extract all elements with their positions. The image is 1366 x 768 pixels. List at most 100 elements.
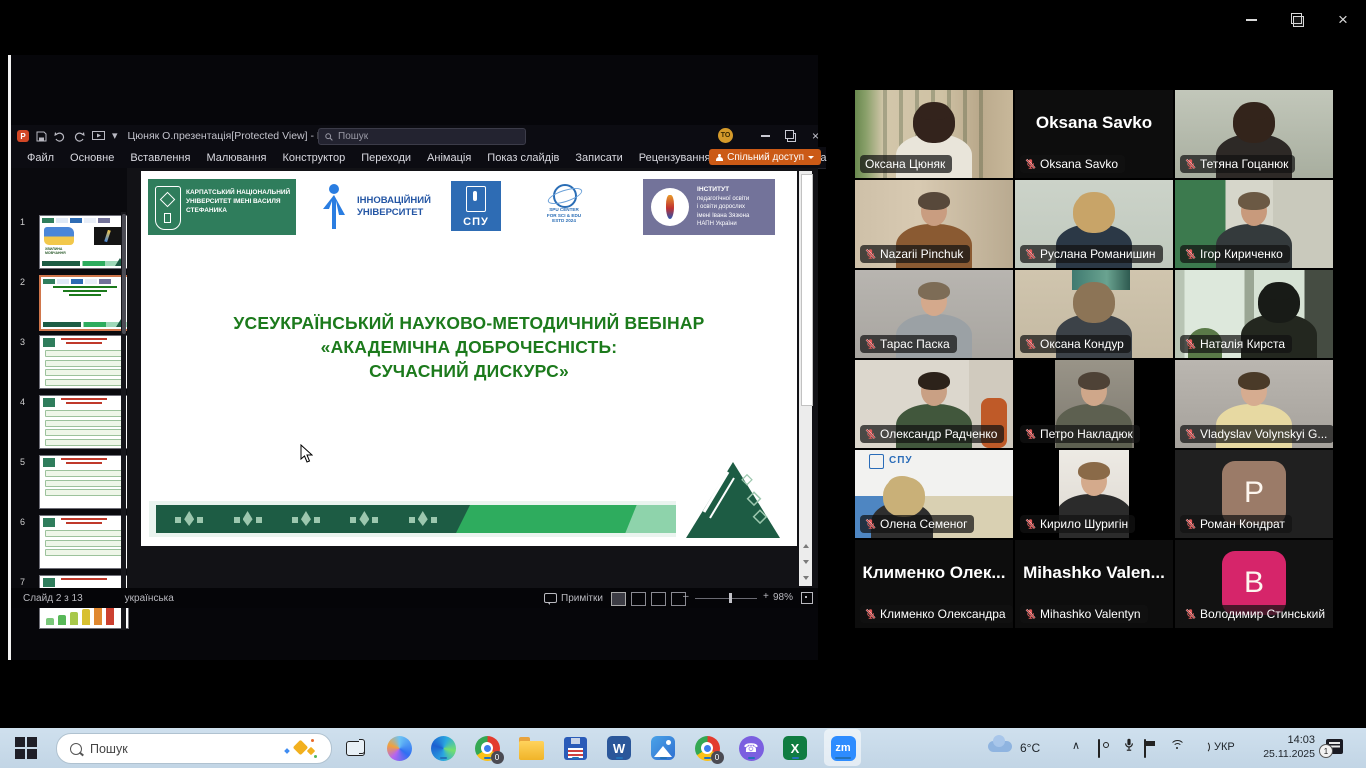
participant-name-label: Ігор Кириченко: [1180, 245, 1290, 263]
participant-tile[interactable]: Наталія Кирста: [1175, 270, 1333, 358]
battery-icon[interactable]: [1144, 740, 1146, 758]
innovative-university-logo: ІННОВАЦІЙНИЙ УНІВЕРСИТЕТ: [311, 179, 439, 235]
thumb-number: 5: [20, 457, 34, 467]
thumb-number: 4: [20, 397, 34, 407]
zoom-slider-track: [695, 598, 757, 599]
participant-tile[interactable]: Клименко Олек... Клименко Олександра: [855, 540, 1013, 628]
mic-muted-icon: [1025, 158, 1036, 170]
ribbon-tabs: Файл Основне Вставлення Малювання Констр…: [11, 147, 826, 169]
total-commander-button[interactable]: [562, 735, 588, 761]
microphone-icon[interactable]: [1124, 738, 1134, 757]
participant-name-label: Тетяна Гоцанюк: [1180, 155, 1295, 173]
participant-tile[interactable]: Петро Накладюк: [1015, 360, 1173, 448]
reading-view-icon: [651, 592, 666, 606]
participant-tile[interactable]: Vladyslav Volynskyi G...: [1175, 360, 1333, 448]
excel-button[interactable]: X: [782, 735, 808, 761]
ornament-motif: [347, 508, 381, 530]
weather-icon[interactable]: [988, 738, 1014, 758]
restore-button[interactable]: [1282, 8, 1312, 32]
participant-name-label: Оксана Кондур: [1020, 335, 1131, 353]
participant-name-label: Оксана Цюняк: [860, 155, 952, 173]
file-explorer-button[interactable]: [518, 735, 544, 761]
notification-center-button[interactable]: 1: [1326, 739, 1343, 754]
keyboard-language[interactable]: УКР: [1214, 741, 1235, 753]
ornament-motif: [406, 508, 440, 530]
spu-bg-text: СПУ: [889, 455, 913, 466]
spu-bg-logo: [869, 454, 884, 469]
photos-button[interactable]: [650, 735, 676, 761]
spu-logo: СПУ: [451, 181, 501, 231]
cast-icon[interactable]: [1098, 740, 1100, 758]
participant-tile[interactable]: Олександр Радченко: [855, 360, 1013, 448]
participant-display-name: Клименко Олек...: [855, 563, 1013, 583]
tray-chevron-up[interactable]: ∧: [1072, 739, 1080, 752]
slide-thumbnail-2-selected: [39, 275, 131, 331]
participant-tile[interactable]: Р Роман Кондрат: [1175, 450, 1333, 538]
thumbnail-scrollbar: [121, 212, 126, 630]
mic-muted-icon: [1185, 608, 1196, 620]
chrome-badge: 0: [711, 751, 724, 764]
language-indicator: українська: [125, 593, 174, 604]
start-button[interactable]: [13, 735, 39, 761]
participant-tile[interactable]: Ігор Кириченко: [1175, 180, 1333, 268]
participant-tile[interactable]: Oksana Savko Oksana Savko: [1015, 90, 1173, 178]
redo-icon: [73, 131, 85, 142]
copilot-button[interactable]: [386, 735, 412, 761]
slide-title: УСЕУКРАЇНСЬКИЙ НАУКОВО-МЕТОДИЧНИЙ ВЕБІНА…: [141, 311, 797, 383]
orbit-globe-icon: [549, 181, 579, 207]
account-avatar: ТО: [718, 128, 733, 143]
clock[interactable]: 14:03 25.11.2025: [1247, 733, 1315, 761]
sparkle-icon: [283, 738, 317, 758]
participant-tile[interactable]: Оксана Кондур: [1015, 270, 1173, 358]
ppt-restore-button: [778, 125, 803, 147]
ornament-motif: [231, 508, 265, 530]
edge-button[interactable]: [430, 735, 456, 761]
search-icon: [325, 133, 333, 141]
participant-tile[interactable]: Кирило Шуригін: [1015, 450, 1173, 538]
participant-tile[interactable]: СПУ Олена Семеног: [855, 450, 1013, 538]
mic-muted-icon: [1185, 518, 1196, 530]
thumb-number: 7: [20, 577, 34, 587]
participant-tile[interactable]: Тарас Паска: [855, 270, 1013, 358]
tab-animations: Анімація: [419, 152, 479, 164]
participant-tile[interactable]: Оксана Цюняк: [855, 90, 1013, 178]
ppt-status-bar: Слайд 2 з 13 українська Примітки – + 98%: [11, 588, 818, 608]
participant-tile[interactable]: Mihashko Valen... Mihashko Valentyn: [1015, 540, 1173, 628]
share-person-icon: [716, 154, 723, 161]
quick-access-toolbar: P ▾: [17, 130, 118, 142]
zoom-app-button[interactable]: zm: [830, 735, 856, 761]
windows-logo-icon: [15, 737, 37, 759]
participant-tile[interactable]: В Володимир Стинський: [1175, 540, 1333, 628]
temperature-label[interactable]: 6°C: [1020, 741, 1040, 755]
ppt-search-placeholder: Пошук: [338, 131, 368, 142]
shared-screen[interactable]: P ▾ Цюняк О.презентація[Protected View] …: [8, 55, 818, 660]
slide-scrollbar: [799, 171, 812, 586]
chrome-profile2-button[interactable]: 0: [694, 735, 720, 761]
close-button[interactable]: ×: [1328, 8, 1358, 32]
pen-emblem-icon: [466, 186, 486, 212]
slide-counter: Слайд 2 з 13: [23, 593, 83, 604]
tab-draw: Малювання: [198, 152, 274, 164]
word-button[interactable]: W: [606, 735, 632, 761]
customize-qat-icon[interactable]: ▾: [112, 131, 118, 142]
chrome-button[interactable]: 0: [474, 735, 500, 761]
taskbar-search-input[interactable]: Пошук: [56, 733, 332, 764]
slide-thumbnail-5: [39, 455, 129, 509]
mic-muted-icon: [865, 518, 876, 530]
viber-button[interactable]: ☎: [738, 735, 764, 761]
participant-name-label: Наталія Кирста: [1180, 335, 1292, 353]
participant-tile[interactable]: Руслана Романишин: [1015, 180, 1173, 268]
participant-tile[interactable]: Тетяна Гоцанюк: [1175, 90, 1333, 178]
save-icon: [36, 131, 47, 142]
tab-transitions: Переходи: [353, 152, 419, 164]
university-emblem-icon: [155, 186, 181, 230]
participant-tile[interactable]: Nazarii Pinchuk: [855, 180, 1013, 268]
notes-icon: [544, 593, 557, 603]
task-view-button[interactable]: [342, 735, 368, 761]
tab-home: Основне: [62, 152, 122, 164]
participant-name-label: Олександр Радченко: [860, 425, 1004, 443]
mic-muted-icon: [1025, 518, 1036, 530]
minimize-button[interactable]: [1236, 8, 1266, 32]
zoom-meeting-window: × P ▾ Цюняк О.презентація[Protected View…: [0, 0, 1366, 768]
participant-name-label: Vladyslav Volynskyi G...: [1180, 425, 1333, 443]
